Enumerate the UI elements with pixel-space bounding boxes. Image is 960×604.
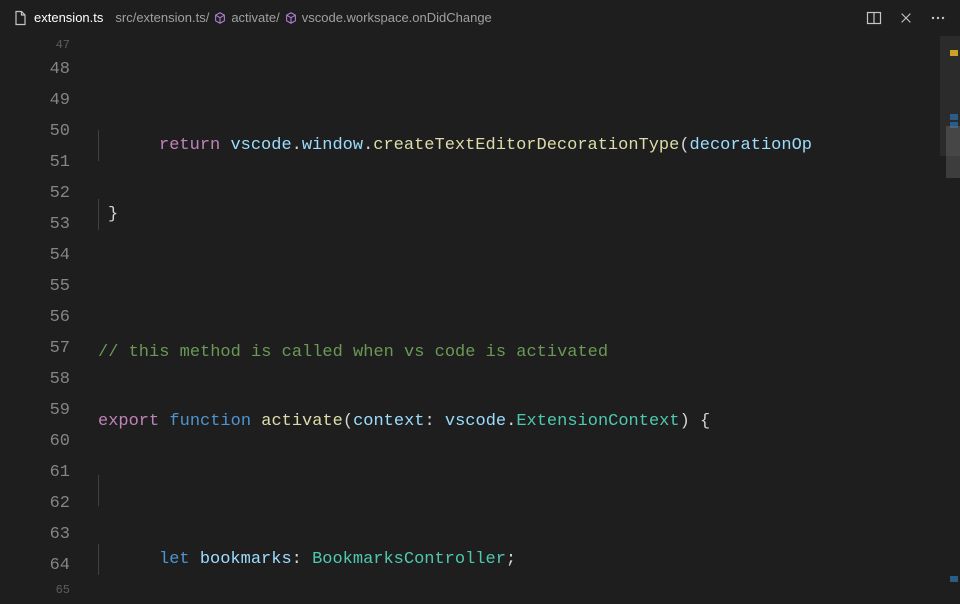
close-icon[interactable] <box>898 10 914 26</box>
breadcrumb[interactable]: src/extension.ts/ activate/ vscode.works… <box>111 0 852 36</box>
line-number: 54 <box>0 240 70 271</box>
line-number-gutter: 47 48 49 50 51 52 53 54 55 56 57 58 59 6… <box>0 36 98 604</box>
line-number: 64 <box>0 550 70 581</box>
line-number: 50 <box>0 116 70 147</box>
code-content[interactable]: return vscode.window.createTextEditorDec… <box>98 36 960 604</box>
line-number: 60 <box>0 426 70 457</box>
minimap-marker <box>950 114 958 120</box>
symbol-icon <box>284 11 298 25</box>
file-icon <box>12 10 28 26</box>
tab-actions <box>852 0 960 36</box>
line-number: 56 <box>0 302 70 333</box>
tab-bar: extension.ts src/extension.ts/ activate/… <box>0 0 960 36</box>
line-number: 47 <box>0 36 70 54</box>
line-number: 61 <box>0 457 70 488</box>
line-number: 49 <box>0 85 70 116</box>
code-line: return vscode.window.createTextEditorDec… <box>98 130 960 161</box>
code-line <box>98 475 960 506</box>
line-number: 58 <box>0 364 70 395</box>
scrollbar-thumb[interactable] <box>946 126 960 178</box>
symbol-icon <box>213 11 227 25</box>
line-number: 65 <box>0 581 70 599</box>
code-line: export function activate(context: vscode… <box>98 406 960 437</box>
minimap-marker <box>950 50 958 56</box>
breadcrumb-symbol-2: vscode.workspace.onDidChange <box>302 10 492 25</box>
breadcrumb-symbol-1: activate/ <box>231 10 279 25</box>
minimap[interactable] <box>940 36 960 604</box>
split-editor-icon[interactable] <box>866 10 882 26</box>
line-number: 63 <box>0 519 70 550</box>
code-line: // this method is called when vs code is… <box>98 337 960 368</box>
code-line <box>98 268 960 299</box>
line-number: 51 <box>0 147 70 178</box>
code-line <box>98 74 960 92</box>
code-line: let bookmarks: BookmarksController; <box>98 544 960 575</box>
more-icon[interactable] <box>930 10 946 26</box>
line-number: 55 <box>0 271 70 302</box>
line-number: 62 <box>0 488 70 519</box>
breadcrumb-path: src/extension.ts/ <box>115 10 209 25</box>
minimap-marker <box>950 576 958 582</box>
editor-tab-active[interactable]: extension.ts <box>0 0 111 36</box>
tab-filename: extension.ts <box>34 10 103 25</box>
code-line: } <box>98 199 960 230</box>
code-editor[interactable]: 47 48 49 50 51 52 53 54 55 56 57 58 59 6… <box>0 36 960 604</box>
line-number: 52 <box>0 178 70 209</box>
line-number: 53 <box>0 209 70 240</box>
line-number: 48 <box>0 54 70 85</box>
line-number: 59 <box>0 395 70 426</box>
line-number: 57 <box>0 333 70 364</box>
